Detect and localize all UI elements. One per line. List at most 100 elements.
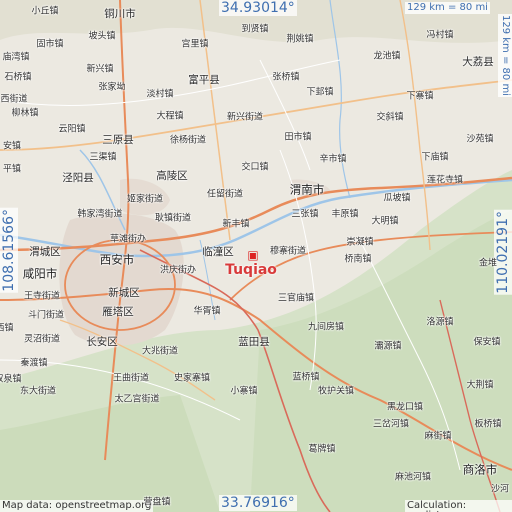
place-label: 张家坳 bbox=[98, 82, 126, 93]
place-label: 秦渡镇 bbox=[20, 358, 48, 369]
place-label: 板桥镇 bbox=[474, 419, 502, 430]
place-label: 新兴镇 bbox=[86, 64, 114, 75]
place-label: 洛源镇 bbox=[426, 317, 454, 328]
place-label: 麻街镇 bbox=[424, 431, 452, 442]
place-label: 新城区 bbox=[108, 286, 140, 299]
place-label: 平镇 bbox=[2, 164, 22, 175]
place-label: 临潼区 bbox=[202, 245, 234, 258]
place-label: 渭城区 bbox=[29, 245, 61, 258]
place-label: 大荔县 bbox=[462, 55, 494, 68]
place-label: 渭南市 bbox=[289, 182, 325, 197]
place-label: 庙湾镇 bbox=[2, 52, 30, 63]
place-label: 三渠镇 bbox=[89, 152, 117, 163]
place-label: 麻池河镇 bbox=[394, 472, 432, 483]
place-label: 大程镇 bbox=[156, 111, 184, 122]
place-label: 葛牌镇 bbox=[308, 444, 336, 455]
place-label: 金堆 bbox=[478, 258, 498, 269]
place-label: 宫里镇 bbox=[181, 39, 209, 50]
place-label: 王寺街道 bbox=[23, 291, 61, 302]
place-label: 九间房镇 bbox=[307, 322, 345, 333]
place-label: 田市镇 bbox=[284, 132, 312, 143]
right-longitude-label: 110.02191° bbox=[494, 210, 512, 295]
place-label: 富平县 bbox=[188, 73, 220, 86]
attribution-label: Map data: openstreetmap.org bbox=[0, 500, 154, 512]
place-label: 王曲街道 bbox=[112, 373, 150, 384]
top-latitude-label: 34.93014° bbox=[219, 0, 297, 16]
place-label: 下庙镇 bbox=[421, 152, 449, 163]
place-label: 姬家街道 bbox=[126, 194, 164, 205]
marker-label: Tuqiao bbox=[225, 262, 277, 278]
place-label: 崇凝镇 bbox=[346, 237, 374, 248]
place-label: 商洛市 bbox=[462, 462, 498, 477]
place-label: 淡村镇 bbox=[146, 89, 174, 100]
place-label: 沙苑镇 bbox=[466, 134, 494, 145]
place-label: 草滩街办 bbox=[109, 234, 147, 245]
location-pin-icon[interactable]: ▣ bbox=[247, 249, 258, 261]
place-label: 下邽镇 bbox=[306, 87, 334, 98]
place-label: 牧护关镇 bbox=[317, 386, 355, 397]
place-label: 三原县 bbox=[102, 133, 134, 146]
place-label: 高陵区 bbox=[156, 169, 188, 182]
place-label: 瓜坡镇 bbox=[383, 193, 411, 204]
place-label: 柳林镇 bbox=[11, 108, 39, 119]
place-label: 荆姚镇 bbox=[286, 34, 314, 45]
place-label: 蓝田县 bbox=[238, 335, 270, 348]
place-label: 太乙宫街道 bbox=[114, 394, 160, 405]
place-label: 双泉镇 bbox=[0, 374, 22, 385]
place-label: 营盘镇 bbox=[143, 497, 171, 508]
place-label: 固市镇 bbox=[36, 39, 64, 50]
left-longitude-label: 108.61566° bbox=[0, 208, 18, 293]
place-label: 三张镇 bbox=[291, 209, 319, 220]
place-label: 雁塔区 bbox=[102, 305, 134, 318]
place-label: 交斜镇 bbox=[376, 112, 404, 123]
place-label: 耿镇街道 bbox=[154, 213, 192, 224]
calculation-label: Calculation: geolist.org bbox=[405, 500, 512, 512]
place-label: 史家寨镇 bbox=[173, 373, 211, 384]
place-label: 三官庙镇 bbox=[277, 293, 315, 304]
place-label: 灞源镇 bbox=[374, 341, 402, 352]
place-label: 张桥镇 bbox=[272, 72, 300, 83]
place-label: 徐杨街道 bbox=[169, 135, 207, 146]
place-label: 灵沼街道 bbox=[23, 334, 61, 345]
place-label: 三岔河镇 bbox=[372, 419, 410, 430]
place-label: 大兆街道 bbox=[141, 346, 179, 357]
scale-top-label: 129 km = 80 mi bbox=[405, 2, 490, 14]
place-label: 东大街道 bbox=[19, 386, 57, 397]
place-label: 大荆镇 bbox=[466, 380, 494, 391]
place-label: 斗门街道 bbox=[27, 310, 65, 321]
scale-right-label: 129 km = 80 mi bbox=[498, 14, 512, 97]
place-label: 龙池镇 bbox=[373, 51, 401, 62]
place-label: 辛市镇 bbox=[319, 154, 347, 165]
place-label: 到贤镇 bbox=[241, 24, 269, 35]
place-label: 长安区 bbox=[86, 335, 118, 348]
place-label: 孙西镇 bbox=[0, 323, 14, 334]
place-label: 莲花寺镇 bbox=[426, 175, 464, 186]
place-label: 坡头镇 bbox=[88, 31, 116, 42]
place-label: 沙河 bbox=[490, 484, 510, 495]
place-label: 云阳镇 bbox=[58, 124, 86, 135]
place-label: 新丰镇 bbox=[222, 219, 250, 230]
place-label: 大明镇 bbox=[371, 216, 399, 227]
place-label: 石桥镇 bbox=[4, 72, 32, 83]
place-label: 洪庆街办 bbox=[159, 265, 197, 276]
place-label: 下寨镇 bbox=[406, 91, 434, 102]
place-label: 新兴街道 bbox=[226, 112, 264, 123]
map-view[interactable]: 34.93014° 33.76916° 108.61566° 110.02191… bbox=[0, 0, 512, 512]
place-label: 西街道 bbox=[0, 94, 28, 105]
place-label: 冯村镇 bbox=[426, 30, 454, 41]
place-label: 小丘镇 bbox=[31, 6, 59, 17]
place-label: 任留街道 bbox=[206, 189, 244, 200]
place-label: 华胥镇 bbox=[193, 306, 221, 317]
place-label: 保安镇 bbox=[473, 337, 501, 348]
bottom-latitude-label: 33.76916° bbox=[219, 495, 297, 511]
place-label: 小寨镇 bbox=[230, 386, 258, 397]
place-label: 桥南镇 bbox=[344, 254, 372, 265]
place-label: 安镇 bbox=[2, 141, 22, 152]
place-label: 铜川市 bbox=[104, 7, 136, 20]
place-label: 丰原镇 bbox=[331, 209, 359, 220]
place-label: 蓝桥镇 bbox=[292, 372, 320, 383]
place-label: 咸阳市 bbox=[22, 266, 58, 281]
place-label: 交口镇 bbox=[241, 162, 269, 173]
place-label: 泾阳县 bbox=[62, 171, 94, 184]
place-label: 穆寨街道 bbox=[269, 246, 307, 257]
